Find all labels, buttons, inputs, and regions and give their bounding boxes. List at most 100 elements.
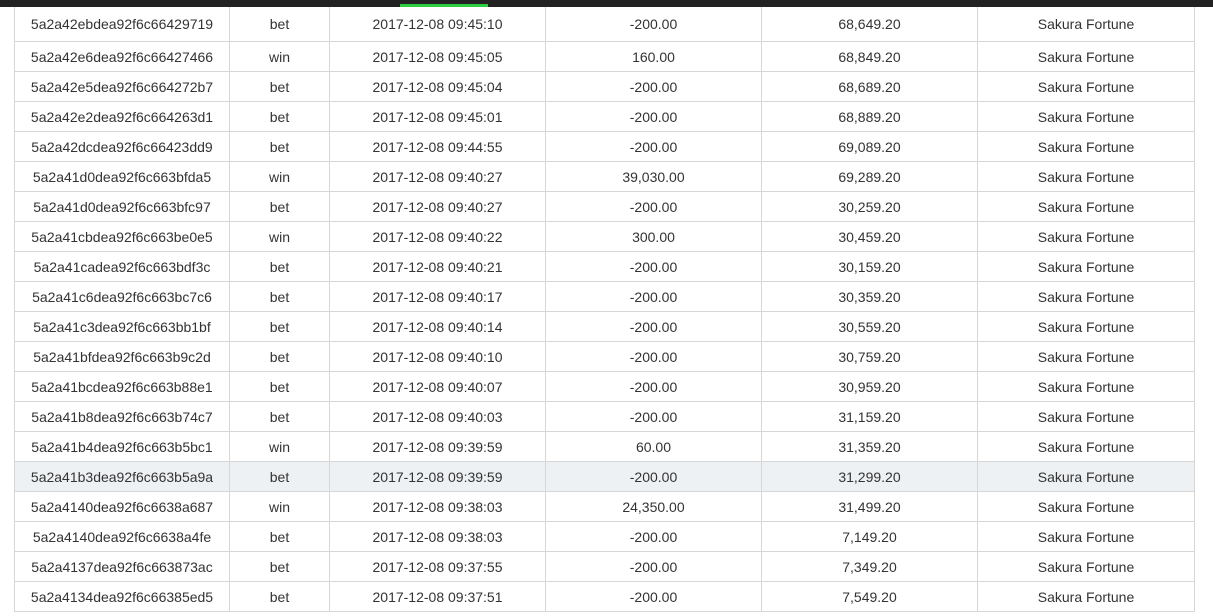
transaction-time-cell: 2017-12-08 09:40:27 xyxy=(329,191,546,222)
transaction-amount-cell: -200.00 xyxy=(545,401,762,432)
transactions-table-container: 5a2a42ebdea92f6c66429719 bet 2017-12-08 09… xyxy=(14,7,1195,612)
balance-cell: 68,849.20 xyxy=(761,41,978,72)
game-name-cell: Sakura Fortune xyxy=(977,161,1195,192)
game-name-cell: Sakura Fortune xyxy=(977,71,1195,102)
table-row[interactable]: 5a2a41b4dea92f6c663b5bc1 win 2017-12-08 09… xyxy=(14,431,1195,462)
transaction-type-cell: win xyxy=(229,161,330,192)
transaction-id-cell: 5a2a42dcdea92f6c66423dd9 xyxy=(14,131,230,162)
transaction-time-cell: 2017-12-08 09:37:55 xyxy=(329,551,546,582)
balance-cell: 30,559.20 xyxy=(761,311,978,342)
transaction-amount-cell: 24,350.00 xyxy=(545,491,762,522)
game-name-cell: Sakura Fortune xyxy=(977,41,1195,72)
game-name-cell: Sakura Fortune xyxy=(977,341,1195,372)
table-row[interactable]: 5a2a42dcdea92f6c66423dd9 bet 2017-12-08 09… xyxy=(14,131,1195,162)
transaction-time-cell: 2017-12-08 09:40:14 xyxy=(329,311,546,342)
table-row[interactable]: 5a2a42ebdea92f6c66429719 bet 2017-12-08 09… xyxy=(14,7,1195,42)
game-name-cell: Sakura Fortune xyxy=(977,251,1195,282)
balance-cell: 7,349.20 xyxy=(761,551,978,582)
transaction-type-cell: bet xyxy=(229,131,330,162)
transaction-time-cell: 2017-12-08 09:38:03 xyxy=(329,521,546,552)
game-name-cell: Sakura Fortune xyxy=(977,461,1195,492)
transaction-time-cell: 2017-12-08 09:40:17 xyxy=(329,281,546,312)
transaction-time-cell: 2017-12-08 09:39:59 xyxy=(329,431,546,462)
transaction-amount-cell: -200.00 xyxy=(545,581,762,612)
table-row[interactable]: 5a2a42e5dea92f6c664272b7 bet 2017-12-08 09… xyxy=(14,71,1195,102)
transaction-type-cell: bet xyxy=(229,251,330,282)
table-row[interactable]: 5a2a4140dea92f6c6638a687 win 2017-12-08 09… xyxy=(14,491,1195,522)
transaction-time-cell: 2017-12-08 09:39:59 xyxy=(329,461,546,492)
game-name-cell: Sakura Fortune xyxy=(977,7,1195,42)
transactions-table-body: 5a2a42ebdea92f6c66429719 bet 2017-12-08 09… xyxy=(14,7,1195,612)
table-row[interactable]: 5a2a41c3dea92f6c663bb1bf bet 2017-12-08 09… xyxy=(14,311,1195,342)
table-row[interactable]: 5a2a4137dea92f6c663873ac bet 2017-12-08 09… xyxy=(14,551,1195,582)
game-name-cell: Sakura Fortune xyxy=(977,101,1195,132)
game-name-cell: Sakura Fortune xyxy=(977,191,1195,222)
balance-cell: 31,499.20 xyxy=(761,491,978,522)
table-row[interactable]: 5a2a41bcdea92f6c663b88e1 bet 2017-12-08 09… xyxy=(14,371,1195,402)
transaction-id-cell: 5a2a41d0dea92f6c663bfc97 xyxy=(14,191,230,222)
transaction-amount-cell: -200.00 xyxy=(545,7,762,42)
transaction-amount-cell: -200.00 xyxy=(545,251,762,282)
game-name-cell: Sakura Fortune xyxy=(977,371,1195,402)
balance-cell: 7,549.20 xyxy=(761,581,978,612)
table-row[interactable]: 5a2a42e6dea92f6c66427466 win 2017-12-08 09… xyxy=(14,41,1195,72)
table-row[interactable]: 5a2a4140dea92f6c6638a4fe bet 2017-12-08 09… xyxy=(14,521,1195,552)
transaction-id-cell: 5a2a41b3dea92f6c663b5a9a xyxy=(14,461,230,492)
transaction-id-cell: 5a2a4140dea92f6c6638a4fe xyxy=(14,521,230,552)
transaction-time-cell: 2017-12-08 09:44:55 xyxy=(329,131,546,162)
transaction-amount-cell: -200.00 xyxy=(545,71,762,102)
transaction-amount-cell: -200.00 xyxy=(545,281,762,312)
balance-cell: 68,649.20 xyxy=(761,7,978,42)
transaction-id-cell: 5a2a41b8dea92f6c663b74c7 xyxy=(14,401,230,432)
transaction-type-cell: bet xyxy=(229,7,330,42)
transaction-type-cell: bet xyxy=(229,191,330,222)
game-name-cell: Sakura Fortune xyxy=(977,521,1195,552)
game-name-cell: Sakura Fortune xyxy=(977,431,1195,462)
table-row[interactable]: 5a2a41b8dea92f6c663b74c7 bet 2017-12-08 09… xyxy=(14,401,1195,432)
transaction-type-cell: bet xyxy=(229,401,330,432)
balance-cell: 69,089.20 xyxy=(761,131,978,162)
transaction-id-cell: 5a2a41cbdea92f6c663be0e5 xyxy=(14,221,230,252)
table-row[interactable]: 5a2a41cbdea92f6c663be0e5 win 2017-12-08 09… xyxy=(14,221,1195,252)
transaction-id-cell: 5a2a41c6dea92f6c663bc7c6 xyxy=(14,281,230,312)
transaction-type-cell: win xyxy=(229,431,330,462)
transactions-table: 5a2a42ebdea92f6c66429719 bet 2017-12-08 09… xyxy=(14,7,1195,612)
transaction-type-cell: bet xyxy=(229,521,330,552)
game-name-cell: Sakura Fortune xyxy=(977,491,1195,522)
transaction-time-cell: 2017-12-08 09:45:10 xyxy=(329,7,546,42)
transaction-amount-cell: -200.00 xyxy=(545,371,762,402)
transaction-type-cell: win xyxy=(229,221,330,252)
transaction-time-cell: 2017-12-08 09:40:21 xyxy=(329,251,546,282)
top-bar xyxy=(0,0,1213,7)
game-name-cell: Sakura Fortune xyxy=(977,311,1195,342)
transaction-type-cell: win xyxy=(229,41,330,72)
table-row[interactable]: 5a2a42e2dea92f6c664263d1 bet 2017-12-08 09… xyxy=(14,101,1195,132)
game-name-cell: Sakura Fortune xyxy=(977,281,1195,312)
table-row[interactable]: 5a2a41c6dea92f6c663bc7c6 bet 2017-12-08 09… xyxy=(14,281,1195,312)
transaction-type-cell: bet xyxy=(229,311,330,342)
transaction-id-cell: 5a2a41d0dea92f6c663bfda5 xyxy=(14,161,230,192)
table-row[interactable]: 5a2a41cadea92f6c663bdf3c bet 2017-12-08 09… xyxy=(14,251,1195,282)
transaction-id-cell: 5a2a41bcdea92f6c663b88e1 xyxy=(14,371,230,402)
transaction-time-cell: 2017-12-08 09:45:01 xyxy=(329,101,546,132)
transaction-id-cell: 5a2a41cadea92f6c663bdf3c xyxy=(14,251,230,282)
transaction-time-cell: 2017-12-08 09:45:05 xyxy=(329,41,546,72)
table-row[interactable]: 5a2a41d0dea92f6c663bfda5 win 2017-12-08 09… xyxy=(14,161,1195,192)
transaction-amount-cell: -200.00 xyxy=(545,311,762,342)
transaction-type-cell: bet xyxy=(229,101,330,132)
transaction-time-cell: 2017-12-08 09:37:51 xyxy=(329,581,546,612)
table-row[interactable]: 5a2a41bfdea92f6c663b9c2d bet 2017-12-08 09… xyxy=(14,341,1195,372)
transaction-time-cell: 2017-12-08 09:40:07 xyxy=(329,371,546,402)
table-row[interactable]: 5a2a41b3dea92f6c663b5a9a bet 2017-12-08 09… xyxy=(14,461,1195,492)
transaction-time-cell: 2017-12-08 09:38:03 xyxy=(329,491,546,522)
table-row[interactable]: 5a2a4134dea92f6c66385ed5 bet 2017-12-08 09… xyxy=(14,581,1195,612)
transaction-id-cell: 5a2a41bfdea92f6c663b9c2d xyxy=(14,341,230,372)
game-name-cell: Sakura Fortune xyxy=(977,581,1195,612)
transaction-amount-cell: 39,030.00 xyxy=(545,161,762,192)
transaction-id-cell: 5a2a42ebdea92f6c66429719 xyxy=(14,7,230,42)
transaction-type-cell: bet xyxy=(229,281,330,312)
table-row[interactable]: 5a2a41d0dea92f6c663bfc97 bet 2017-12-08 09… xyxy=(14,191,1195,222)
transaction-amount-cell: -200.00 xyxy=(545,131,762,162)
transaction-amount-cell: -200.00 xyxy=(545,341,762,372)
transaction-type-cell: bet xyxy=(229,461,330,492)
